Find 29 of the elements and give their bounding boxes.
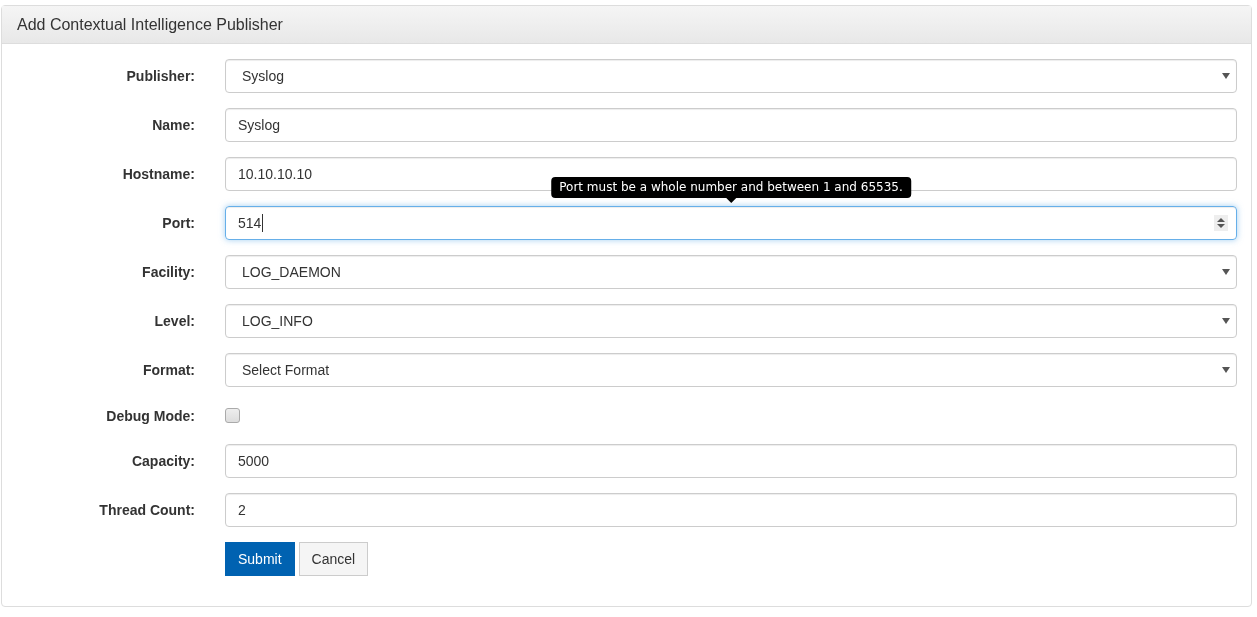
field-label: Thread Count:: [98, 502, 196, 518]
field-label: Hostname:: [121, 166, 196, 182]
input-field[interactable]: 5000: [225, 444, 1237, 478]
field-label: Capacity:: [130, 453, 196, 469]
field-label: Level:: [153, 313, 196, 329]
select-field[interactable]: LOG_DAEMON: [225, 255, 1237, 289]
submit-button[interactable]: Submit: [225, 542, 295, 576]
field-label: Port:: [161, 215, 196, 231]
input-field[interactable]: Syslog: [225, 108, 1237, 142]
spinner-icon[interactable]: [1214, 215, 1228, 231]
field-label: Name:: [151, 117, 196, 133]
caret-icon: [1222, 269, 1230, 275]
field-label: Publisher:: [125, 68, 196, 84]
caret-icon: [1222, 73, 1230, 79]
caret-icon: [1222, 318, 1230, 324]
tooltip-arrow: [726, 198, 736, 203]
field-label: Debug Mode:: [105, 407, 196, 424]
select-field[interactable]: Syslog: [225, 59, 1237, 93]
caret-icon: [1222, 367, 1230, 373]
checkbox[interactable]: [225, 408, 240, 423]
tooltip: Port must be a whole number and between 1 and 65535.: [551, 177, 911, 198]
field-label: Facility:: [141, 264, 196, 280]
input-field[interactable]: 514: [225, 206, 1237, 240]
cancel-button[interactable]: Cancel: [298, 542, 369, 576]
input-field[interactable]: 2: [225, 493, 1237, 527]
panel-title: Add Contextual Intelligence Publisher: [17, 15, 283, 34]
select-field[interactable]: LOG_INFO: [225, 304, 1237, 338]
field-label: Format:: [141, 362, 196, 378]
select-field[interactable]: Select Format: [225, 353, 1237, 387]
